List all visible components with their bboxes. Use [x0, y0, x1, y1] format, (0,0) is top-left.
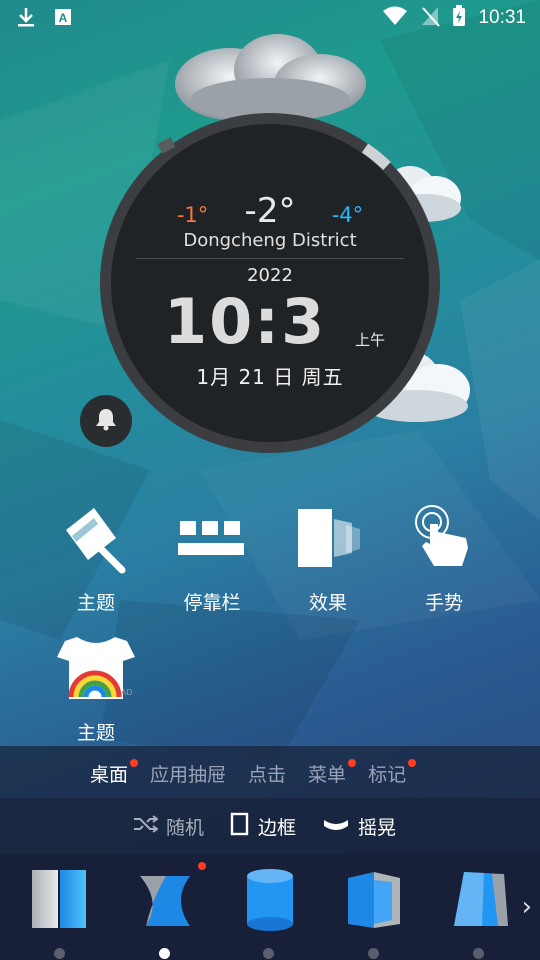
theme-brush-icon	[58, 500, 134, 580]
twist-effect-icon	[132, 876, 198, 936]
effect-item[interactable]	[26, 866, 92, 932]
effect-options-bar: 随机 边框 摇晃	[0, 798, 540, 854]
clock-ampm: 上午	[355, 331, 386, 349]
no-signal-icon	[420, 5, 441, 31]
tab-label: 菜单	[308, 764, 347, 786]
tshirt-theme-icon: AD	[55, 633, 137, 707]
shortcut-gesture[interactable]: 手势	[386, 500, 502, 615]
tab-badge[interactable]: 标记	[368, 759, 417, 787]
shortcut-theme-tshirt[interactable]: AD 主题	[38, 630, 154, 745]
battery-charging-icon	[452, 5, 466, 31]
shake-option[interactable]: 摇晃	[322, 813, 396, 840]
temp-low: -4°	[331, 203, 364, 227]
page-indicator-active[interactable]	[159, 948, 170, 959]
chevron-right-icon[interactable]: ›	[522, 892, 532, 922]
svg-text:A: A	[59, 11, 68, 25]
shortcut-theme[interactable]: 主题	[38, 500, 154, 615]
effect-item[interactable]	[132, 862, 206, 932]
clock-year: 2022	[247, 265, 293, 286]
svg-text:AD: AD	[121, 688, 132, 697]
page-indicator[interactable]	[368, 948, 379, 959]
page-indicator[interactable]	[473, 948, 484, 959]
tab-app-drawer[interactable]: 应用抽屉	[150, 760, 226, 787]
frame-icon	[230, 812, 250, 841]
tab-desktop[interactable]: 桌面	[90, 759, 139, 787]
effect-panels-icon	[292, 505, 364, 575]
frame-option[interactable]: 边框	[230, 812, 296, 841]
text-app-icon: A	[54, 8, 72, 30]
shortcut-label: 效果	[308, 592, 347, 614]
category-tab-bar: 桌面 应用抽屉 点击 菜单 标记	[0, 746, 540, 798]
random-option[interactable]: 随机	[132, 813, 204, 840]
shortcut-dock[interactable]: 停靠栏	[154, 500, 270, 615]
option-label: 随机	[166, 817, 205, 839]
effect-item[interactable]	[342, 866, 408, 932]
shuffle-icon	[132, 814, 159, 839]
shortcut-effects[interactable]: 效果	[270, 500, 386, 615]
shortcut-label: 主题	[76, 592, 115, 614]
clock-date: 1月 21 日 周五	[196, 365, 344, 389]
download-icon	[16, 6, 36, 32]
district-name: Dongcheng District	[183, 230, 357, 251]
tab-click[interactable]: 点击	[248, 760, 286, 787]
page-indicator[interactable]	[263, 948, 274, 959]
temp-high: -1°	[176, 203, 209, 227]
new-badge	[408, 759, 417, 767]
option-label: 摇晃	[358, 817, 397, 839]
effect-preview-row: ›	[0, 854, 540, 960]
temp-current: -2°	[244, 191, 296, 231]
new-badge	[130, 759, 139, 767]
temperature-row: -1° -2° -4°	[100, 191, 440, 231]
split-panel-effect-icon	[26, 870, 92, 936]
wifi-icon	[382, 5, 408, 31]
option-label: 边框	[258, 817, 297, 839]
fold-effect-icon	[342, 872, 408, 936]
alarm-button[interactable]	[80, 395, 132, 447]
perspective-effect-icon	[448, 872, 514, 936]
effect-item[interactable]	[448, 866, 514, 932]
tab-label: 桌面	[90, 764, 129, 786]
tab-label: 标记	[368, 764, 407, 786]
dock-icon	[176, 513, 248, 567]
bell-icon	[93, 406, 119, 436]
clock-weather-widget[interactable]: -1° -2° -4° Dongcheng District 2022 10:3…	[100, 113, 440, 453]
cylinder-effect-icon	[237, 869, 303, 936]
page-indicator[interactable]	[54, 948, 65, 959]
new-badge	[198, 862, 206, 870]
tab-label: 应用抽屉	[150, 764, 227, 786]
clock-time: 10:3	[164, 285, 327, 358]
new-badge	[348, 759, 357, 767]
gesture-hand-icon	[408, 502, 480, 578]
shake-icon	[322, 814, 350, 839]
shortcut-label: 手势	[424, 592, 463, 614]
shortcut-label: 主题	[76, 722, 115, 744]
shortcut-label: 停靠栏	[183, 592, 241, 614]
divider	[136, 258, 404, 259]
tab-menu[interactable]: 菜单	[308, 759, 357, 787]
status-time: 10:31	[478, 7, 526, 28]
tab-label: 点击	[248, 764, 287, 786]
status-bar: A 10:31	[0, 0, 540, 36]
effect-item[interactable]	[237, 866, 303, 932]
